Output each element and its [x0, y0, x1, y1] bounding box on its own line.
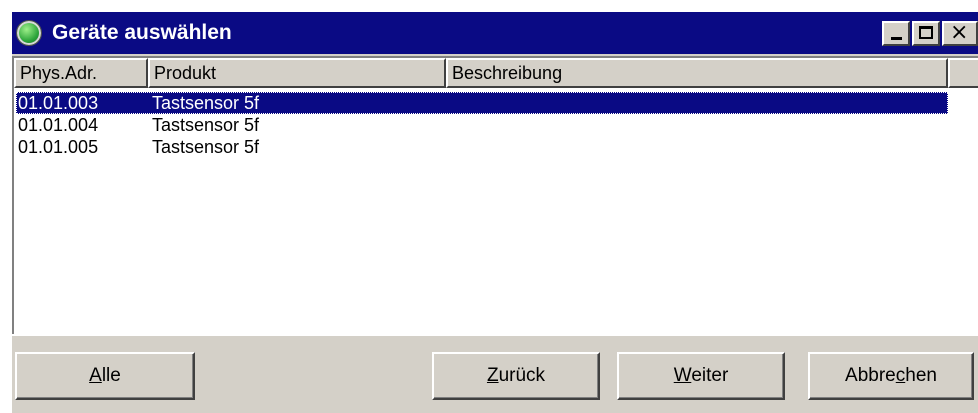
cell-phys-adr: 01.01.003: [18, 93, 99, 113]
zurueck-label-post: urück: [498, 365, 546, 386]
title-bar[interactable]: Geräte auswählen ×: [12, 12, 978, 54]
list-row[interactable]: 01.01.003 Tastsensor 5f: [16, 92, 948, 114]
footer-separator: [12, 334, 978, 336]
column-header-beschreibung[interactable]: Beschreibung: [446, 58, 948, 88]
list-rows: 01.01.003 Tastsensor 5f 01.01.004 Tastse…: [16, 92, 948, 158]
zurueck-label-accel: Z: [486, 365, 499, 386]
device-list[interactable]: Phys.Adr. Produkt Beschreibung 01.01.003…: [12, 56, 978, 334]
weiter-label-post: eiter: [691, 365, 729, 386]
column-header-produkt[interactable]: Produkt: [148, 58, 446, 88]
close-button[interactable]: ×: [942, 21, 978, 46]
weiter-label-accel: W: [673, 365, 692, 386]
column-header-empty[interactable]: [948, 58, 978, 88]
window-title: Geräte auswählen: [52, 21, 232, 44]
abbrechen-label-pre: Abbre: [845, 365, 896, 386]
cell-produkt: Tastsensor 5f: [152, 115, 260, 135]
cell-produkt: Tastsensor 5f: [152, 137, 260, 157]
abbrechen-button[interactable]: Abbrechen: [808, 352, 974, 400]
alle-label-post: lle: [101, 365, 121, 386]
list-row[interactable]: 01.01.005 Tastsensor 5f: [16, 136, 948, 158]
alle-label-accel: A: [89, 365, 102, 386]
cell-produkt: Tastsensor 5f: [152, 93, 260, 113]
minimize-icon: [891, 37, 902, 40]
list-header: Phys.Adr. Produkt Beschreibung: [14, 58, 978, 88]
device-selection-dialog: Geräte auswählen × Phys.Adr. Produkt Bes…: [10, 10, 978, 413]
column-header-phys-adr[interactable]: Phys.Adr.: [14, 58, 148, 88]
abbrechen-label-post: hen: [905, 365, 937, 386]
cell-phys-adr: 01.01.005: [18, 137, 99, 157]
list-row[interactable]: 01.01.004 Tastsensor 5f: [16, 114, 948, 136]
alle-button[interactable]: Alle: [15, 352, 195, 400]
abbrechen-label-accel: c: [895, 365, 906, 386]
app-globe-icon[interactable]: [16, 20, 42, 46]
maximize-icon: [919, 26, 933, 39]
weiter-button[interactable]: Weiter: [617, 352, 785, 400]
maximize-button[interactable]: [912, 21, 940, 46]
zurueck-button[interactable]: Zurück: [432, 352, 600, 400]
close-icon: ×: [950, 20, 969, 45]
cell-phys-adr: 01.01.004: [18, 115, 99, 135]
minimize-button[interactable]: [882, 21, 910, 46]
